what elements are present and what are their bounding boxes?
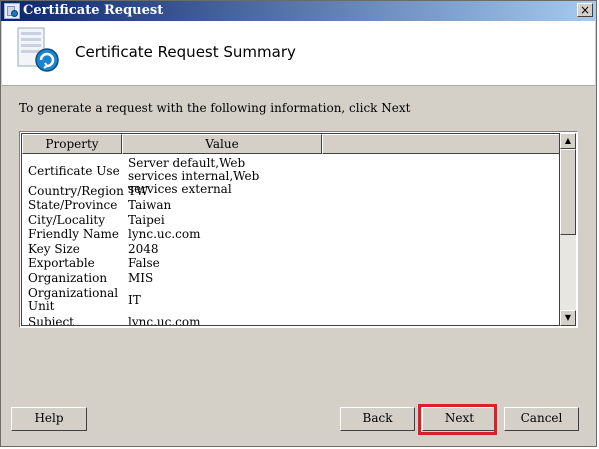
summary-list[interactable]: Property Value Certificate Use Server de…: [19, 131, 578, 328]
table-row[interactable]: State/Province Taiwan: [22, 199, 559, 213]
property-cell: Key Size: [28, 242, 80, 256]
summary-list-content: Property Value Certificate Use Server de…: [21, 133, 560, 326]
column-header-empty[interactable]: [322, 134, 559, 154]
table-row[interactable]: Key Size 2048: [22, 243, 559, 257]
property-cell: Organization: [28, 271, 108, 285]
property-cell: Organizational Unit: [28, 286, 119, 313]
table-row[interactable]: Country/Region TW: [22, 185, 559, 199]
window-title: Certificate Request: [23, 3, 164, 18]
property-cell: Exportable: [28, 256, 95, 270]
close-button[interactable]: ×: [577, 3, 593, 17]
table-row[interactable]: Organizational Unit IT: [22, 286, 559, 314]
column-header-value[interactable]: Value: [122, 134, 322, 154]
scroll-up-button[interactable]: ▲: [560, 133, 576, 149]
property-cell: Certificate Use: [28, 164, 120, 178]
certificate-request-window: Certificate Request × Certificate Reques…: [0, 0, 597, 447]
value-cell: IT: [128, 293, 141, 307]
table-row[interactable]: Certificate Use Server default,Web servi…: [22, 156, 559, 196]
header-panel: Certificate Request Summary: [2, 21, 595, 86]
value-cell: MIS: [128, 271, 154, 285]
table-row[interactable]: Friendly Name lync.uc.com: [22, 228, 559, 242]
value-cell: Taipei: [128, 213, 165, 227]
page-title: Certificate Request Summary: [75, 43, 296, 61]
property-cell: Country/Region: [28, 184, 124, 198]
cancel-button[interactable]: Cancel: [504, 407, 579, 431]
instructions-text: To generate a request with the following…: [19, 101, 411, 115]
summary-rows: Certificate Use Server default,Web servi…: [22, 155, 559, 326]
help-button[interactable]: Help: [11, 407, 87, 431]
certificate-icon: [17, 27, 59, 72]
next-button-highlight: [418, 404, 497, 435]
value-cell: lync.uc.com: [128, 315, 201, 326]
app-icon: [4, 3, 20, 19]
column-header-property[interactable]: Property: [22, 134, 122, 154]
back-button[interactable]: Back: [340, 407, 415, 431]
scroll-thumb[interactable]: [560, 149, 576, 235]
table-row[interactable]: Organization MIS: [22, 272, 559, 286]
property-cell: State/Province: [28, 198, 118, 212]
vertical-scrollbar[interactable]: ▲ ▼: [560, 133, 576, 326]
property-cell: Subject Name(SN): [28, 315, 74, 326]
table-row[interactable]: Exportable False: [22, 257, 559, 271]
table-row[interactable]: City/Locality Taipei: [22, 214, 559, 228]
value-cell: 2048: [128, 242, 159, 256]
value-cell: False: [128, 256, 160, 270]
value-cell: Taiwan: [128, 198, 172, 212]
value-cell: lync.uc.com: [128, 227, 201, 241]
value-cell: TW: [128, 184, 149, 198]
property-cell: City/Locality: [28, 213, 106, 227]
scroll-down-button[interactable]: ▼: [560, 310, 576, 326]
table-row[interactable]: Subject Name(SN) lync.uc.com: [22, 316, 559, 326]
property-cell: Friendly Name: [28, 227, 119, 241]
title-bar: Certificate Request ×: [1, 1, 596, 21]
